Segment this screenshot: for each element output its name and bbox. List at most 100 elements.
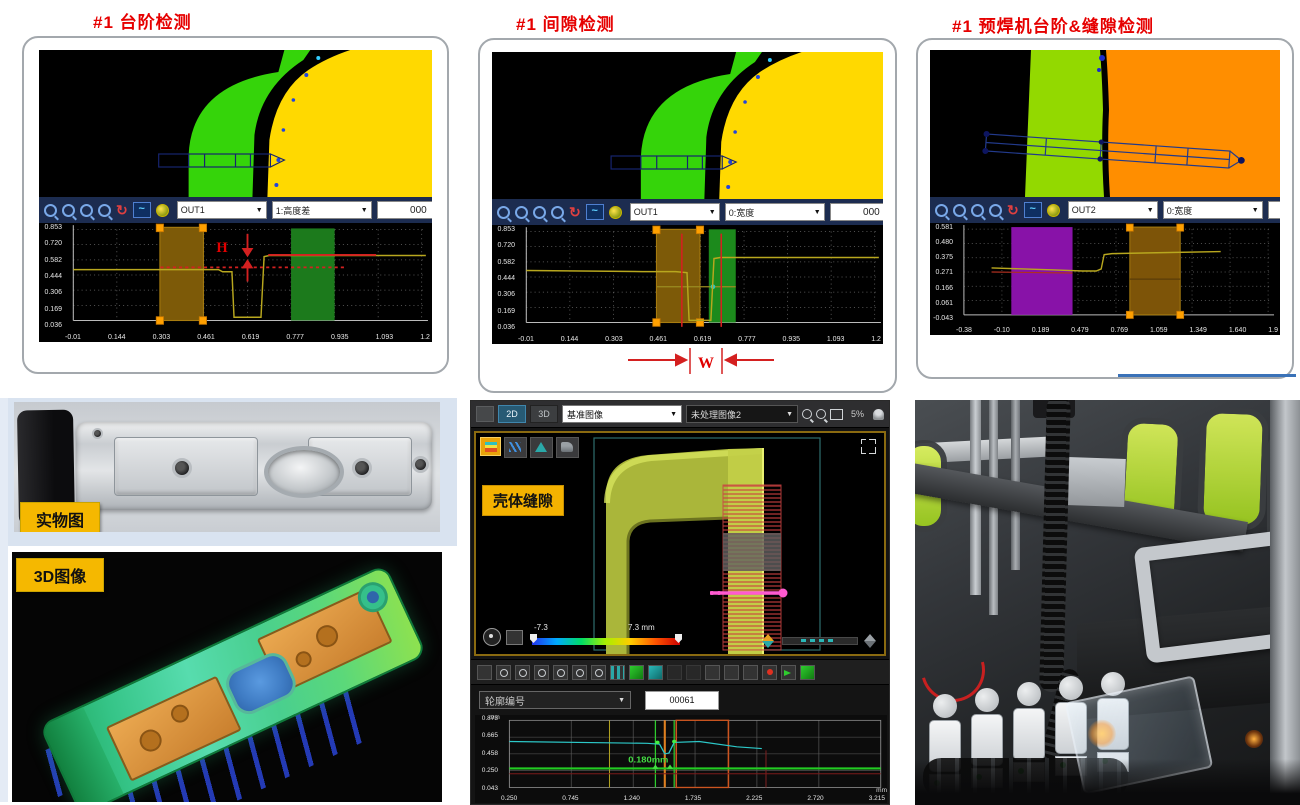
rect-select-icon[interactable] <box>705 665 720 680</box>
gap-screenshot: ↻ ~ OUT1 ▼ 0:宽度 ▼ 000 0.853 0.720 0.582 <box>492 52 883 344</box>
slide: #1 台阶检测 #1 间隙检测 #1 预焊机台阶&缝隙检测 <box>0 0 1300 805</box>
zoom-area-icon[interactable] <box>533 206 546 219</box>
x-axis-labels: -0.01 0.144 0.303 0.461 0.619 0.777 0.93… <box>518 336 881 343</box>
profile-mode-icon[interactable]: ~ <box>1024 202 1042 218</box>
heightmap-image-2 <box>492 52 883 199</box>
profile-zoom-icon[interactable] <box>572 665 587 680</box>
zoom-fit-icon[interactable] <box>551 206 564 219</box>
rect-scale-icon[interactable] <box>743 665 758 680</box>
profile-mode-icon[interactable]: ~ <box>133 202 151 218</box>
heightmap-view-2 <box>492 52 883 199</box>
profile-graph-1: 0.853 0.720 0.582 0.444 0.306 0.169 0.03… <box>39 223 432 342</box>
roi-teal-icon[interactable] <box>648 665 663 680</box>
zoom-in-icon[interactable] <box>935 204 948 217</box>
reference-region-green[interactable] <box>291 228 335 320</box>
select-icon[interactable] <box>477 665 492 680</box>
report-icon[interactable] <box>800 665 815 680</box>
base-image-select[interactable]: 基准图像 ▼ <box>562 405 682 423</box>
settings-icon[interactable] <box>156 204 169 217</box>
y-tick: 0.444 <box>497 275 515 282</box>
measure-mode-value: 0:宽度 <box>1167 204 1193 217</box>
zoom-out-icon[interactable] <box>515 206 528 219</box>
y-axis-labels: 0.581 0.480 0.375 0.271 0.166 0.061 -0.0… <box>930 223 956 335</box>
roi-green-icon[interactable] <box>629 665 644 680</box>
zoom-area-icon[interactable] <box>971 204 984 217</box>
heightmap-view-3 <box>930 50 1280 197</box>
zoom-out-icon[interactable] <box>62 204 75 217</box>
zoom-rotate-icon[interactable] <box>534 665 549 680</box>
settings-icon[interactable] <box>609 206 622 219</box>
grid-icon[interactable] <box>610 665 625 680</box>
zoom-fit-icon[interactable] <box>98 204 111 217</box>
vr-image-view: 壳体缝隙 -7.3 7.3 mm <box>474 431 886 656</box>
x-tick: 1.240 <box>624 796 640 803</box>
height-image-button[interactable] <box>480 437 501 456</box>
tab-3d[interactable]: 3D <box>530 405 558 423</box>
image-type-select[interactable]: 未处理图像2 ▼ <box>686 405 798 423</box>
y-tick: 0.306 <box>497 291 515 298</box>
chevron-down-icon: ▼ <box>709 209 716 216</box>
reset-view-icon[interactable]: ↻ <box>1007 203 1019 217</box>
zoom-in-icon[interactable] <box>44 204 57 217</box>
color-scale-bar[interactable] <box>532 638 680 645</box>
zoom-in-icon[interactable] <box>802 409 812 419</box>
zoom-out-icon[interactable] <box>515 665 530 680</box>
layout-icon[interactable] <box>476 406 494 422</box>
zoom-fit-icon[interactable] <box>989 204 1002 217</box>
settings-icon[interactable] <box>1047 204 1060 217</box>
terrain-button[interactable] <box>530 437 553 458</box>
zoom-in-icon[interactable] <box>497 206 510 219</box>
x-tick: 0.935 <box>331 334 349 341</box>
y-axis-labels: 0.873 0.665 0.458 0.250 0.043 <box>475 715 501 803</box>
profile-mode-icon[interactable]: ~ <box>586 204 604 220</box>
measure-mode-select[interactable]: 0:宽度 ▼ <box>725 203 825 221</box>
zoom-out-icon[interactable] <box>953 204 966 217</box>
rect-move-icon[interactable] <box>724 665 739 680</box>
zoom-in-icon[interactable] <box>496 665 511 680</box>
output-select[interactable]: OUT2 ▼ <box>1068 201 1158 219</box>
pan-icon[interactable] <box>553 665 568 680</box>
heightmap-image-1 <box>39 50 432 197</box>
output-select[interactable]: OUT1 ▼ <box>630 203 720 221</box>
marker-icon[interactable] <box>864 634 876 648</box>
measure-region-brown[interactable] <box>160 227 204 320</box>
y-tick: 0.853 <box>44 224 62 231</box>
measure-mode-select[interactable]: 1:高度差 ▼ <box>272 201 372 219</box>
hole <box>172 458 192 478</box>
step-detection-card: ↻ ~ OUT1 ▼ 1:高度差 ▼ 000 0.853 0.720 0.582 <box>22 36 449 374</box>
gap-annotation: W <box>698 355 714 372</box>
fit-view-icon[interactable] <box>830 409 843 420</box>
measure-region-brown[interactable] <box>1130 227 1180 315</box>
measure-mode-value: 1:高度差 <box>276 204 311 217</box>
marker-icon[interactable] <box>762 634 774 648</box>
record-icon[interactable] <box>762 665 777 680</box>
hole <box>92 428 103 439</box>
palette-button[interactable] <box>506 630 523 645</box>
horizontal-scrollbar[interactable] <box>782 637 858 645</box>
edge-point <box>672 740 676 744</box>
measure-region-brown[interactable] <box>656 229 700 322</box>
zoom-out-icon[interactable] <box>816 409 826 419</box>
zoom-area-icon[interactable] <box>80 204 93 217</box>
scan-image <box>476 433 884 654</box>
profile-number-select[interactable]: 轮廓编号 ▼ <box>479 691 631 709</box>
profile-button[interactable] <box>504 437 527 458</box>
reset-view-icon[interactable]: ↻ <box>569 205 581 219</box>
tool-disabled-icon <box>667 665 682 680</box>
profile-pan-icon[interactable] <box>591 665 606 680</box>
output-select-value: OUT2 <box>1072 205 1096 215</box>
user-icon[interactable] <box>873 409 884 420</box>
output-select[interactable]: OUT1 ▼ <box>177 201 267 219</box>
shell-gap-label: 壳体缝隙 <box>482 485 564 516</box>
measure-toolbar-3: ↻ ~ OUT2 ▼ 0:宽度 ▼ 000 <box>930 197 1280 223</box>
export-icon[interactable] <box>781 665 796 680</box>
tab-2d[interactable]: 2D <box>498 405 526 423</box>
zoom-level: 5% <box>851 409 864 419</box>
measure-mode-select[interactable]: 0:宽度 ▼ <box>1163 201 1263 219</box>
colormap-button[interactable] <box>483 628 501 646</box>
pad-boss <box>312 622 341 651</box>
shape-button[interactable] <box>556 437 579 458</box>
fullscreen-icon[interactable] <box>861 439 876 454</box>
x-tick: 1.349 <box>1189 327 1207 334</box>
reset-view-icon[interactable]: ↻ <box>116 203 128 217</box>
